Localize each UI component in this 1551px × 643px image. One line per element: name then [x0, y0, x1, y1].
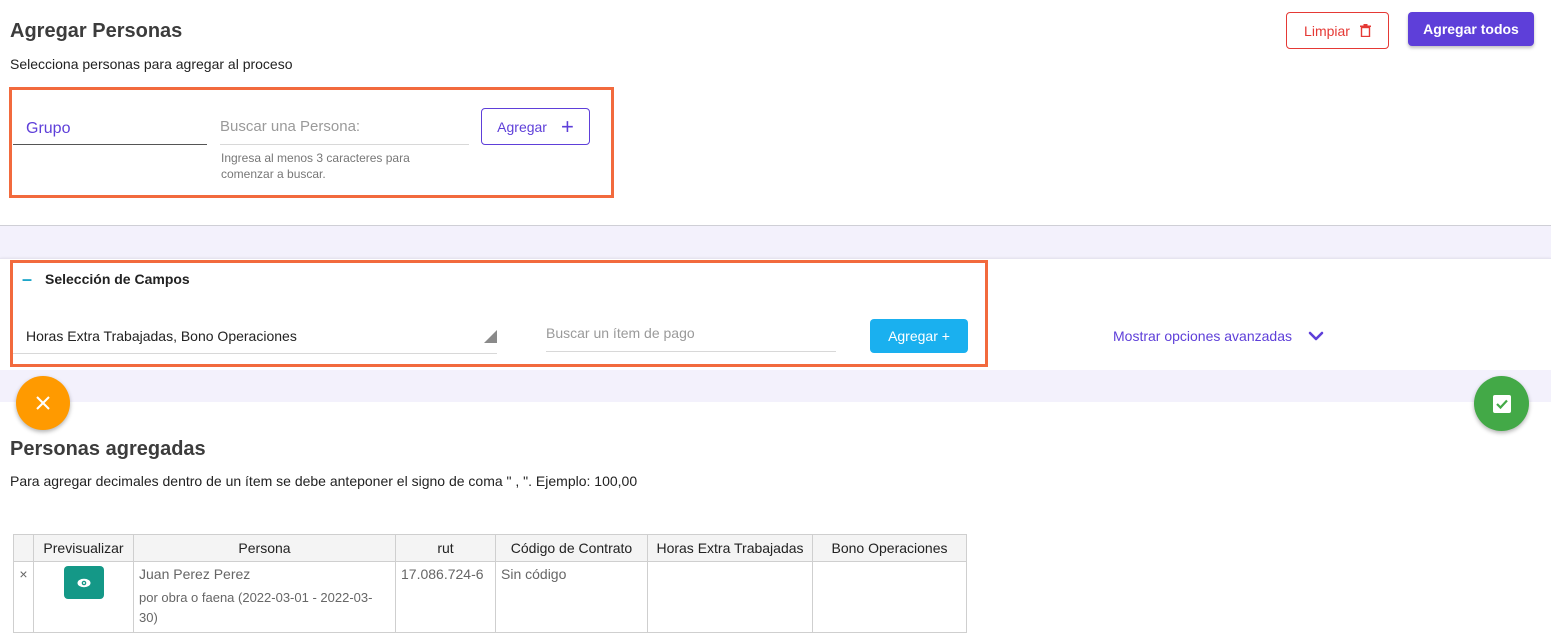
section-gap — [0, 226, 1551, 258]
col-header-overtime: Horas Extra Trabajadas — [647, 534, 813, 562]
person-cell: Juan Perez Perez por obra o faena (2022-… — [133, 561, 396, 633]
group-select[interactable]: Grupo — [13, 108, 207, 145]
col-header-contract-code: Código de Contrato — [495, 534, 648, 562]
bonus-input-cell[interactable] — [812, 561, 967, 633]
page-title: Agregar Personas — [10, 20, 183, 42]
col-header-remove — [13, 534, 34, 562]
preview-button[interactable] — [63, 566, 104, 599]
table-header-row: Previsualizar Persona rut Código de Cont… — [13, 534, 967, 562]
fields-multiselect[interactable]: Horas Extra Trabajadas, Bono Operaciones — [13, 318, 497, 354]
close-icon — [36, 396, 50, 410]
person-name: Juan Perez Perez — [139, 566, 251, 582]
search-hint: Ingresa al menos 3 caracteres para comen… — [221, 151, 410, 181]
preview-cell — [33, 561, 134, 633]
decimal-note: Para agregar decimales dentro de un ítem… — [10, 473, 638, 489]
add-all-button[interactable]: Agregar todos — [1408, 12, 1534, 46]
search-person-input[interactable] — [220, 108, 469, 145]
add-pay-item-button[interactable]: Agregar + — [870, 319, 968, 353]
chevron-down-icon — [1308, 331, 1324, 341]
advanced-options-link[interactable]: Mostrar opciones avanzadas — [1113, 328, 1324, 344]
persons-table: Previsualizar Persona rut Código de Cont… — [13, 534, 967, 633]
clear-button-label: Limpiar — [1304, 22, 1350, 39]
rut-cell: 17.086.724-6 — [395, 561, 496, 633]
remove-row-button[interactable]: × — [13, 561, 34, 633]
col-header-rut: rut — [395, 534, 496, 562]
clear-button[interactable]: Limpiar — [1286, 12, 1389, 49]
col-header-preview: Previsualizar — [33, 534, 134, 562]
table-row: × Juan Perez Perez por obra o faena (202… — [13, 561, 967, 633]
col-header-person: Persona — [133, 534, 396, 562]
checkbox-checked-icon — [1492, 394, 1511, 413]
eye-icon — [77, 578, 90, 587]
confirm-fab-button[interactable] — [1474, 376, 1529, 431]
section-gap — [0, 370, 1551, 402]
search-pay-item-input[interactable] — [546, 314, 836, 352]
add-person-label: Agregar — [497, 118, 547, 135]
advanced-options-label: Mostrar opciones avanzadas — [1113, 328, 1292, 344]
trash-icon — [1359, 24, 1371, 37]
fields-selected-value: Horas Extra Trabajadas, Bono Operaciones — [26, 328, 297, 344]
select-resize-icon — [484, 330, 497, 343]
fields-section-title: Selección de Campos — [45, 271, 190, 287]
page-subtitle: Selecciona personas para agregar al proc… — [10, 56, 293, 72]
collapse-icon[interactable]: – — [22, 270, 34, 288]
plus-icon: + — [560, 113, 574, 139]
col-header-bonus: Bono Operaciones — [812, 534, 967, 562]
cancel-fab-button[interactable] — [16, 376, 70, 430]
contract-code-cell: Sin código — [495, 561, 648, 633]
add-person-button[interactable]: Agregar + — [481, 108, 590, 145]
overtime-input-cell[interactable] — [647, 561, 813, 633]
added-persons-title: Personas agregadas — [10, 438, 206, 460]
person-contract-desc: por obra o faena (2022-03-01 - 2022-03-3… — [139, 590, 373, 625]
